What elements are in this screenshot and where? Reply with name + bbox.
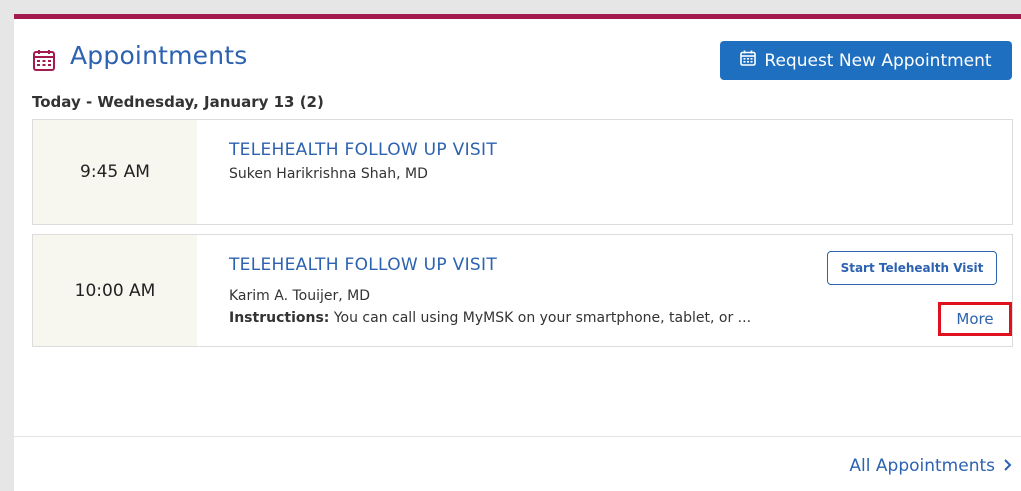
instructions-label: Instructions: — [229, 310, 330, 326]
calendar-icon — [32, 48, 56, 72]
calendar-icon — [740, 50, 764, 71]
footer-divider — [14, 436, 1021, 437]
doctor-name: Karim A. Touijer, MD — [229, 288, 370, 304]
more-link[interactable]: More — [938, 302, 1012, 336]
visit-type-link[interactable]: TELEHEALTH FOLLOW UP VISIT — [229, 140, 497, 160]
instructions-body: You can call using MyMSK on your smartph… — [333, 310, 752, 326]
request-button-label: Request New Appointment — [764, 50, 992, 71]
appointment-row: 10:00 AM TELEHEALTH FOLLOW UP VISIT Kari… — [32, 234, 1013, 347]
page-title: Appointments — [70, 41, 248, 70]
chevron-right-icon — [1003, 457, 1013, 476]
all-appointments-label: All Appointments — [849, 456, 995, 476]
appointment-row: 9:45 AM TELEHEALTH FOLLOW UP VISIT Suken… — [32, 119, 1013, 225]
appointment-time: 10:00 AM — [33, 235, 197, 346]
all-appointments-link[interactable]: All Appointments — [849, 456, 1013, 476]
date-heading: Today - Wednesday, January 13 (2) — [32, 93, 324, 111]
appointment-time: 9:45 AM — [33, 120, 197, 224]
instructions-text: Instructions: You can call using MyMSK o… — [229, 310, 751, 326]
doctor-name: Suken Harikrishna Shah, MD — [229, 166, 428, 182]
visit-type-link[interactable]: TELEHEALTH FOLLOW UP VISIT — [229, 255, 497, 275]
appointments-card: Appointments Request New Appointment Tod… — [14, 14, 1021, 491]
start-telehealth-visit-button[interactable]: Start Telehealth Visit — [827, 251, 997, 285]
request-new-appointment-button[interactable]: Request New Appointment — [720, 41, 1012, 80]
